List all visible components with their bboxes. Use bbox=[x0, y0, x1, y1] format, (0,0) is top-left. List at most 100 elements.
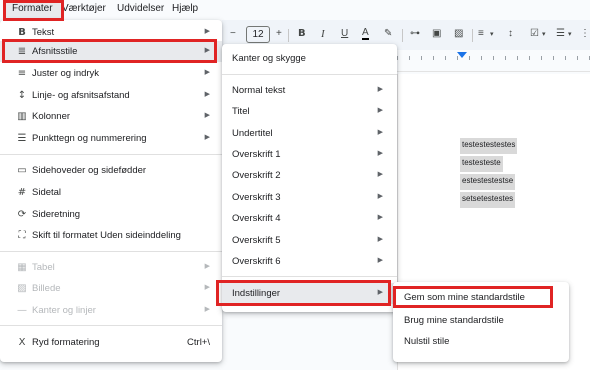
menu-item-overskrift-3[interactable]: Overskrift 3 ▶ bbox=[222, 187, 397, 208]
menu-item-sideretning[interactable]: ⟳ Sideretning bbox=[0, 204, 222, 225]
line-spacing-icon[interactable]: ↕ bbox=[508, 28, 513, 39]
menu-item-overskrift-2[interactable]: Overskrift 2 ▶ bbox=[222, 165, 397, 186]
toolbar-divider bbox=[288, 29, 289, 42]
menu-item-kanter-og-linjer: — Kanter og linjer ▶ bbox=[0, 300, 222, 321]
menu-item-label: Nulstil stile bbox=[404, 336, 450, 347]
menu-item-ryd-formatering[interactable]: Ⅹ Ryd formatering Ctrl+\ bbox=[0, 332, 222, 353]
menu-item-juster-og-indryk[interactable]: ≡ Juster og indryk ▶ bbox=[0, 63, 222, 84]
menu-item-label: Overskrift 4 bbox=[232, 213, 281, 224]
menu-item-tekst[interactable]: B Tekst ▶ bbox=[0, 22, 222, 43]
menu-item-indstillinger[interactable]: Indstillinger ▶ bbox=[222, 283, 397, 304]
text-color-icon[interactable]: A bbox=[362, 28, 369, 40]
image-icon: ▨ bbox=[17, 283, 27, 294]
shortcut-label: Ctrl+\ bbox=[187, 337, 210, 348]
menu-divider bbox=[0, 251, 222, 252]
minus-icon[interactable]: − bbox=[230, 28, 236, 39]
menu-divider bbox=[222, 74, 397, 75]
menu-formater[interactable]: Formater bbox=[4, 1, 64, 19]
format-menu: B Tekst ▶ ≣ Afsnitsstile ▶ ≡ Juster og i… bbox=[0, 20, 222, 362]
menu-item-linje-og-afsnitsafstand[interactable]: ↕ Linje- og afsnitsafstand ▶ bbox=[0, 85, 222, 106]
toolbar-divider bbox=[402, 29, 403, 42]
indent-marker-icon[interactable] bbox=[457, 52, 467, 58]
menu-item-brug-standardstile[interactable]: Brug mine standardstile bbox=[393, 310, 569, 331]
menu-item-sidetal[interactable]: # Sidetal bbox=[0, 182, 222, 203]
menu-item-afsnitsstile[interactable]: ≣ Afsnitsstile ▶ bbox=[0, 41, 222, 62]
plus-icon[interactable]: + bbox=[276, 28, 282, 39]
menu-item-overskrift-6[interactable]: Overskrift 6 ▶ bbox=[222, 251, 397, 272]
submenu-arrow-icon: ▶ bbox=[204, 262, 210, 270]
link-icon[interactable]: ⊶ bbox=[410, 28, 420, 39]
menu-item-label: Normal tekst bbox=[232, 85, 286, 96]
highlight-icon[interactable]: ✎ bbox=[384, 28, 392, 39]
menu-item-gem-som-standardstile[interactable]: Gem som mine standardstile bbox=[393, 287, 569, 308]
submenu-arrow-icon: ▶ bbox=[204, 27, 210, 35]
menu-item-titel[interactable]: Titel ▶ bbox=[222, 101, 397, 122]
menu-item-label: Sidetal bbox=[32, 187, 62, 198]
comment-icon[interactable]: ▣ bbox=[432, 28, 441, 39]
menu-item-label: Overskrift 6 bbox=[232, 256, 281, 267]
menu-item-label: Overskrift 2 bbox=[232, 170, 281, 181]
underline-icon[interactable]: U bbox=[341, 28, 348, 39]
font-size-field[interactable]: 12 bbox=[246, 26, 270, 43]
menu-item-label: Ryd formatering bbox=[32, 337, 100, 348]
menu-item-label: Sidehoveder og sidefødder bbox=[32, 165, 147, 176]
menu-item-label: Tekst bbox=[32, 27, 55, 38]
menu-bar: Formater Værktøjer Udvidelser Hjælp bbox=[0, 0, 590, 20]
submenu-arrow-icon: ▶ bbox=[377, 106, 383, 114]
paragraph-styles-icon: ≣ bbox=[17, 46, 27, 57]
menu-divider bbox=[222, 276, 397, 277]
document-line: testestestestes bbox=[460, 138, 518, 154]
menu-item-normal-tekst[interactable]: Normal tekst ▶ bbox=[222, 80, 397, 101]
ruler[interactable] bbox=[397, 50, 590, 72]
image-icon[interactable]: ▨ bbox=[454, 28, 463, 39]
submenu-arrow-icon: ▶ bbox=[204, 133, 210, 141]
align-icon[interactable]: ≡ bbox=[478, 28, 484, 39]
checklist-icon[interactable]: ☑ bbox=[530, 28, 539, 39]
menu-item-label: Skift til formatet Uden sideinddeling bbox=[32, 230, 181, 241]
bullet-list-icon[interactable]: ☰ bbox=[556, 28, 565, 39]
menu-item-kolonner[interactable]: ▥ Kolonner ▶ bbox=[0, 106, 222, 127]
menu-item-label: Billede bbox=[32, 283, 61, 294]
chevron-down-icon[interactable]: ▾ bbox=[490, 30, 494, 38]
menu-item-label: Sideretning bbox=[32, 209, 81, 220]
chevron-down-icon[interactable]: ▾ bbox=[568, 30, 572, 38]
ruler-ticks bbox=[397, 56, 590, 60]
menu-item-label: Overskrift 5 bbox=[232, 235, 281, 246]
submenu-arrow-icon: ▶ bbox=[204, 305, 210, 313]
menu-udvidelser[interactable]: Udvidelser bbox=[117, 3, 164, 14]
menu-vaerktojer[interactable]: Værktøjer bbox=[62, 3, 106, 14]
menu-item-overskrift-5[interactable]: Overskrift 5 ▶ bbox=[222, 230, 397, 251]
menu-item-undertitel[interactable]: Undertitel ▶ bbox=[222, 123, 397, 144]
document-line: estestestestse bbox=[460, 174, 516, 190]
bold-icon[interactable]: B bbox=[298, 28, 306, 39]
menu-item-label: Juster og indryk bbox=[32, 68, 100, 79]
menu-item-kanter-og-skygge[interactable]: Kanter og skygge bbox=[222, 48, 397, 69]
menu-item-label: Afsnitsstile bbox=[32, 46, 78, 57]
clear-formatting-icon: Ⅹ bbox=[18, 337, 26, 348]
submenu-arrow-icon: ▶ bbox=[204, 111, 210, 119]
menu-item-label: Punkttegn og nummerering bbox=[32, 133, 147, 144]
menu-item-label: Kanter og linjer bbox=[32, 305, 96, 316]
menu-item-sidehoveder-og-sidefodder[interactable]: ▭ Sidehoveder og sidefødder bbox=[0, 160, 222, 181]
chevron-down-icon[interactable]: ▾ bbox=[542, 30, 546, 38]
submenu-arrow-icon: ▶ bbox=[377, 128, 383, 136]
menu-item-label: Kanter og skygge bbox=[232, 53, 306, 64]
submenu-arrow-icon: ▶ bbox=[204, 283, 210, 291]
submenu-arrow-icon: ▶ bbox=[377, 85, 383, 93]
submenu-arrow-icon: ▶ bbox=[377, 149, 383, 157]
menu-item-tabel: ▦ Tabel ▶ bbox=[0, 257, 222, 278]
menu-item-label: Indstillinger bbox=[232, 288, 281, 299]
menu-hjaelp[interactable]: Hjælp bbox=[172, 3, 198, 14]
menu-item-punkttegn-og-nummerering[interactable]: ☰ Punkttegn og nummerering ▶ bbox=[0, 128, 222, 149]
menu-item-label: Gem som mine standardstile bbox=[404, 292, 525, 303]
columns-icon: ▥ bbox=[17, 111, 27, 122]
more-icon[interactable]: ⋮ bbox=[580, 28, 590, 39]
menu-item-overskrift-4[interactable]: Overskrift 4 ▶ bbox=[222, 208, 397, 229]
hash-icon: # bbox=[17, 187, 27, 198]
menu-item-overskrift-1[interactable]: Overskrift 1 ▶ bbox=[222, 144, 397, 165]
menu-item-nulstil-stile[interactable]: Nulstil stile bbox=[393, 331, 569, 352]
italic-icon[interactable]: I bbox=[321, 28, 325, 40]
menu-item-uden-sideinddeling[interactable]: ⛶ Skift til formatet Uden sideinddeling bbox=[0, 225, 222, 246]
toolbar-divider bbox=[472, 29, 473, 42]
table-icon: ▦ bbox=[17, 262, 27, 273]
